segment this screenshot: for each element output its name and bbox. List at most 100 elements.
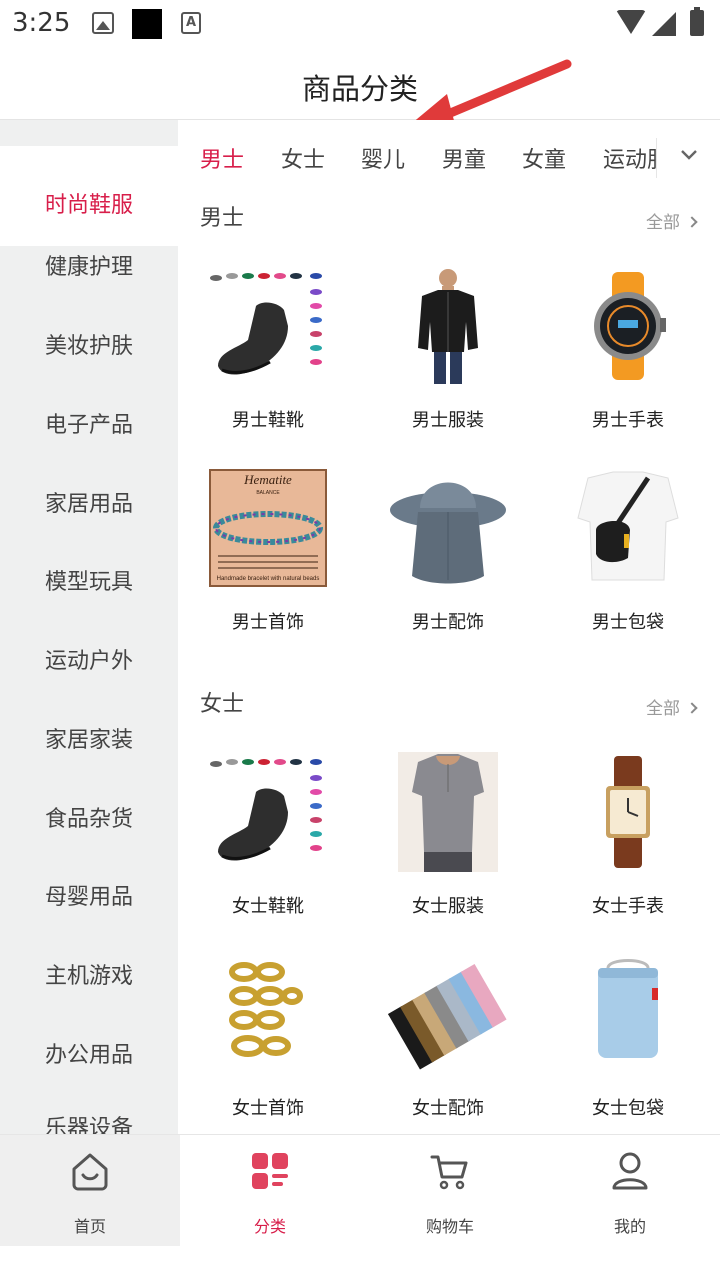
sidebar-item-label: 健康护理 bbox=[44, 255, 133, 280]
product-label: 男士首饰 bbox=[232, 612, 304, 633]
sidebar-item-label: 模型玩具 bbox=[44, 570, 133, 595]
wifi-icon bbox=[616, 10, 646, 34]
sidebar-item-label: 运动户外 bbox=[44, 649, 133, 674]
nav-label: 我的 bbox=[613, 1217, 646, 1236]
svg-text:Handmade bracelet with natural: Handmade bracelet with natural beads bbox=[217, 576, 320, 582]
chevron-down-icon[interactable] bbox=[680, 146, 698, 164]
bottom-nav: 首页 分类 购物车 我的 bbox=[0, 1134, 720, 1247]
sidebar-item-label: 办公用品 bbox=[44, 1043, 133, 1068]
sidebar-item-toys[interactable]: 模型玩具 bbox=[0, 544, 178, 622]
nav-profile[interactable]: 我的 bbox=[540, 1135, 720, 1247]
sidebar-item-label: 美妆护肤 bbox=[44, 334, 133, 359]
section-title-women: 女士 bbox=[200, 692, 245, 717]
sidebar-item-label: 母婴用品 bbox=[44, 885, 133, 910]
sidebar-item-games[interactable]: 主机游戏 bbox=[0, 938, 178, 1016]
hat-image bbox=[390, 482, 506, 584]
status-time: 3:25 bbox=[12, 8, 71, 38]
sidebar-item-sports[interactable]: 运动户外 bbox=[0, 623, 178, 701]
section-title-men: 男士 bbox=[200, 206, 245, 231]
chevron-right-icon bbox=[686, 702, 698, 714]
product-label: 男士包袋 bbox=[592, 612, 664, 633]
sidebar-item-label: 时尚鞋服 bbox=[44, 193, 133, 218]
sidebar-item-beauty[interactable]: 美妆护肤 bbox=[0, 308, 178, 386]
cart-icon bbox=[430, 1155, 468, 1190]
sidebar-item-label: 主机游戏 bbox=[44, 964, 133, 989]
product-women-jewelry[interactable]: 女士首饰 bbox=[178, 954, 358, 1120]
classic-watch-image bbox=[606, 756, 650, 868]
sidebar-item-label: 乐器设备 bbox=[44, 1116, 133, 1134]
sidebar-item-home-improvement[interactable]: 家居家装 bbox=[0, 702, 178, 780]
tab-men[interactable]: 男士 bbox=[200, 142, 244, 174]
tabs-divider bbox=[656, 138, 657, 178]
jacket-image bbox=[418, 269, 478, 384]
chevron-right-icon bbox=[686, 216, 698, 228]
product-label: 男士手表 bbox=[592, 410, 664, 431]
sidebar-item-grocery[interactable]: 食品杂货 bbox=[0, 781, 178, 859]
tab-sportswear[interactable]: 运动服 bbox=[603, 142, 657, 174]
top-image bbox=[398, 752, 498, 872]
product-men-clothing[interactable]: 男士服装 bbox=[358, 266, 538, 432]
sidebar-item-label: 家居家装 bbox=[44, 728, 133, 753]
a-icon: A bbox=[181, 12, 201, 34]
sidebar-item-instruments[interactable]: 乐器设备 bbox=[0, 1090, 178, 1134]
product-men-accessories[interactable]: 男士配饰 bbox=[358, 468, 538, 634]
sidebar-item-baby[interactable]: 母婴用品 bbox=[0, 859, 178, 937]
signal-icon bbox=[652, 12, 676, 36]
title-bar: 商品分类 bbox=[0, 50, 720, 134]
see-all-label: 全部 bbox=[646, 699, 680, 719]
sidebar-item-office[interactable]: 办公用品 bbox=[0, 1017, 178, 1095]
status-bar: 3:25 A bbox=[0, 0, 720, 50]
see-all-link-men[interactable]: 全部 bbox=[646, 208, 698, 233]
product-men-bags[interactable]: 男士包袋 bbox=[538, 468, 718, 634]
product-men-jewelry[interactable]: Hematite BALANCE Handmade bracelet with … bbox=[178, 468, 358, 634]
product-label: 女士包袋 bbox=[592, 1098, 664, 1119]
product-label: 男士服装 bbox=[412, 410, 484, 431]
product-label: 女士手表 bbox=[592, 896, 664, 917]
product-men-watch[interactable]: 男士手表 bbox=[538, 266, 718, 432]
cooler-bag-image bbox=[598, 959, 658, 1058]
home-icon bbox=[72, 1153, 108, 1191]
product-women-bags[interactable]: 女士包袋 bbox=[538, 954, 718, 1120]
see-all-label: 全部 bbox=[646, 213, 680, 233]
black-square-icon bbox=[132, 9, 162, 39]
sidebar-item-electronics[interactable]: 电子产品 bbox=[0, 387, 178, 465]
product-label: 女士首饰 bbox=[232, 1098, 304, 1119]
profile-icon bbox=[612, 1152, 648, 1190]
product-label: 女士服装 bbox=[412, 896, 484, 917]
nav-home[interactable]: 首页 bbox=[0, 1135, 180, 1247]
product-women-shoes[interactable]: 女士鞋靴 bbox=[178, 752, 358, 918]
product-label: 男士配饰 bbox=[412, 612, 484, 633]
page-title: 商品分类 bbox=[301, 72, 418, 106]
bottom-spacer bbox=[0, 1246, 720, 1280]
svg-text:Hematite: Hematite bbox=[243, 472, 292, 487]
sidebar-top-spacer bbox=[0, 120, 178, 142]
tab-girls[interactable]: 女童 bbox=[522, 142, 566, 174]
category-sidebar[interactable]: 时尚鞋服 健康护理 美妆护肤 电子产品 家居用品 模型玩具 运动户外 家居家装 … bbox=[0, 120, 178, 1134]
sling-bag-image bbox=[577, 471, 679, 581]
sport-watch-image bbox=[594, 272, 666, 380]
category-icon bbox=[252, 1153, 288, 1189]
product-women-watch[interactable]: 女士手表 bbox=[538, 752, 718, 918]
rings-image bbox=[229, 962, 303, 1057]
bracelet-image: Hematite BALANCE Handmade bracelet with … bbox=[209, 469, 327, 587]
nav-label: 分类 bbox=[253, 1217, 286, 1236]
product-label: 女士鞋靴 bbox=[232, 896, 304, 917]
headbands-image bbox=[387, 964, 507, 1070]
sidebar-item-household[interactable]: 家居用品 bbox=[0, 466, 178, 544]
nav-category[interactable]: 分类 bbox=[180, 1135, 360, 1247]
tab-boys[interactable]: 男童 bbox=[442, 142, 486, 174]
product-grid-area: 男士 全部 男士鞋靴 男士服装 男士手表 Hematite BALANCE Ha… bbox=[178, 194, 720, 1134]
tab-women[interactable]: 女士 bbox=[281, 142, 325, 174]
product-women-accessories[interactable]: 女士配饰 bbox=[358, 954, 538, 1120]
product-women-clothing[interactable]: 女士服装 bbox=[358, 752, 538, 918]
product-label: 男士鞋靴 bbox=[232, 410, 304, 431]
nav-cart[interactable]: 购物车 bbox=[360, 1135, 540, 1247]
sidebar-item-health[interactable]: 健康护理 bbox=[0, 229, 178, 307]
product-men-shoes[interactable]: 男士鞋靴 bbox=[178, 266, 358, 432]
shoes-image bbox=[210, 759, 322, 861]
see-all-link-women[interactable]: 全部 bbox=[646, 694, 698, 719]
shoes-image bbox=[210, 273, 322, 375]
sidebar-item-label: 家居用品 bbox=[44, 492, 133, 517]
nav-label: 购物车 bbox=[425, 1217, 474, 1236]
tab-baby[interactable]: 婴儿 bbox=[361, 142, 405, 174]
